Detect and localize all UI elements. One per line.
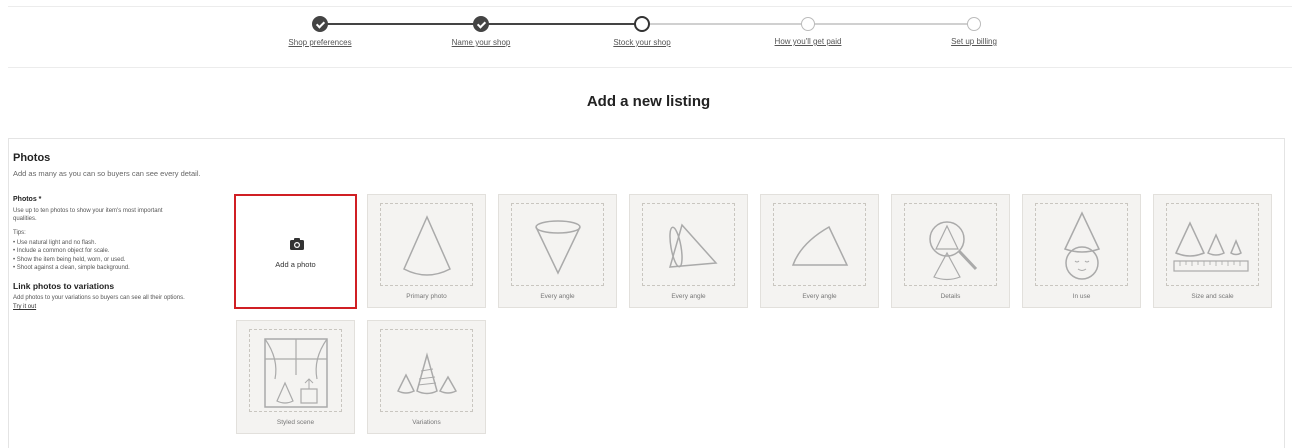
camera-icon bbox=[290, 238, 304, 250]
cones-ruler-icon bbox=[1173, 221, 1249, 272]
tip-item: Shoot against a clean, simple background… bbox=[13, 264, 213, 272]
tip-item: Use natural light and no flash. bbox=[13, 239, 213, 247]
photo-slot-styled-scene[interactable]: Styled scene bbox=[236, 320, 355, 434]
variations-title: Link photos to variations bbox=[13, 280, 115, 291]
slot-caption: Primary photo bbox=[406, 293, 447, 300]
step-label[interactable]: Name your shop bbox=[452, 38, 511, 47]
cone-variations-icon bbox=[396, 352, 458, 395]
tips-list: Use natural light and no flash. Include … bbox=[13, 239, 213, 273]
photo-slot-every-angle-2[interactable]: Every angle bbox=[629, 194, 748, 308]
pending-step-icon bbox=[967, 17, 981, 31]
tip-item: Show the item being held, worn, or used. bbox=[13, 256, 213, 264]
tips-label: Tips: bbox=[13, 229, 26, 236]
section-title: Photos bbox=[13, 152, 51, 164]
add-photo-button[interactable]: Add a photo bbox=[234, 194, 357, 309]
step-stock-your-shop[interactable]: Stock your shop bbox=[572, 16, 712, 50]
slot-caption: Details bbox=[940, 293, 961, 300]
photo-slot-variations[interactable]: Variations bbox=[367, 320, 486, 434]
photo-slot-every-angle-1[interactable]: Every angle bbox=[498, 194, 617, 308]
step-set-up-billing[interactable]: Set up billing bbox=[904, 16, 1044, 49]
page-title: Add a new listing bbox=[586, 93, 711, 110]
step-shop-preferences[interactable]: Shop preferences bbox=[250, 16, 390, 50]
photo-slot-details[interactable]: Details bbox=[891, 194, 1010, 308]
current-step-icon bbox=[634, 16, 650, 32]
slot-caption: Every angle bbox=[802, 293, 837, 300]
step-how-youll-get-paid[interactable]: How you'll get paid bbox=[738, 16, 878, 49]
step-label[interactable]: Set up billing bbox=[951, 37, 997, 46]
onboarding-progress: Shop preferences Name your shop Stock yo… bbox=[0, 0, 1297, 68]
photos-sidebar: Photos * Use up to ten photos to show yo… bbox=[13, 195, 213, 311]
cone-side-icon bbox=[668, 223, 718, 268]
slot-caption: Size and scale bbox=[1191, 293, 1234, 300]
cone-hat-face-icon bbox=[1063, 211, 1101, 280]
variations-help-text: Add photos to your variations so buyers … bbox=[13, 295, 185, 302]
cone-icon bbox=[403, 215, 451, 276]
variations-help: Add photos to your variations so buyers … bbox=[13, 294, 188, 311]
step-label[interactable]: Stock your shop bbox=[613, 38, 670, 47]
step-label[interactable]: How you'll get paid bbox=[775, 37, 842, 46]
photo-slot-size-and-scale[interactable]: Size and scale bbox=[1153, 194, 1272, 308]
window-scene-icon bbox=[264, 338, 328, 408]
check-icon bbox=[312, 16, 328, 32]
photos-panel: Photos Add as many as you can so buyers … bbox=[8, 138, 1285, 448]
slot-caption: Every angle bbox=[671, 293, 706, 300]
try-it-out-link[interactable]: Try it out bbox=[13, 304, 36, 310]
section-subtitle: Add as many as you can so buyers can see… bbox=[13, 169, 201, 178]
slot-caption: Every angle bbox=[540, 293, 575, 300]
photo-slot-primary[interactable]: Primary photo bbox=[367, 194, 486, 308]
step-name-your-shop[interactable]: Name your shop bbox=[411, 16, 551, 50]
magnifier-cone-icon bbox=[929, 221, 978, 281]
slot-caption: Styled scene bbox=[276, 419, 315, 426]
pending-step-icon bbox=[801, 17, 815, 31]
photo-slot-in-use[interactable]: In use bbox=[1022, 194, 1141, 308]
add-photo-label: Add a photo bbox=[275, 260, 316, 269]
photos-field-label: Photos * bbox=[13, 196, 42, 203]
step-label[interactable]: Shop preferences bbox=[288, 38, 351, 47]
photo-slot-every-angle-3[interactable]: Every angle bbox=[760, 194, 879, 308]
slot-caption: Variations bbox=[412, 419, 441, 426]
slot-caption: In use bbox=[1072, 293, 1091, 300]
cone-top-icon bbox=[535, 220, 581, 275]
cone-flat-icon bbox=[791, 225, 849, 266]
tip-item: Include a common object for scale. bbox=[13, 247, 213, 255]
check-icon bbox=[473, 16, 489, 32]
photos-field-help: Use up to ten photos to show your item's… bbox=[13, 207, 163, 223]
